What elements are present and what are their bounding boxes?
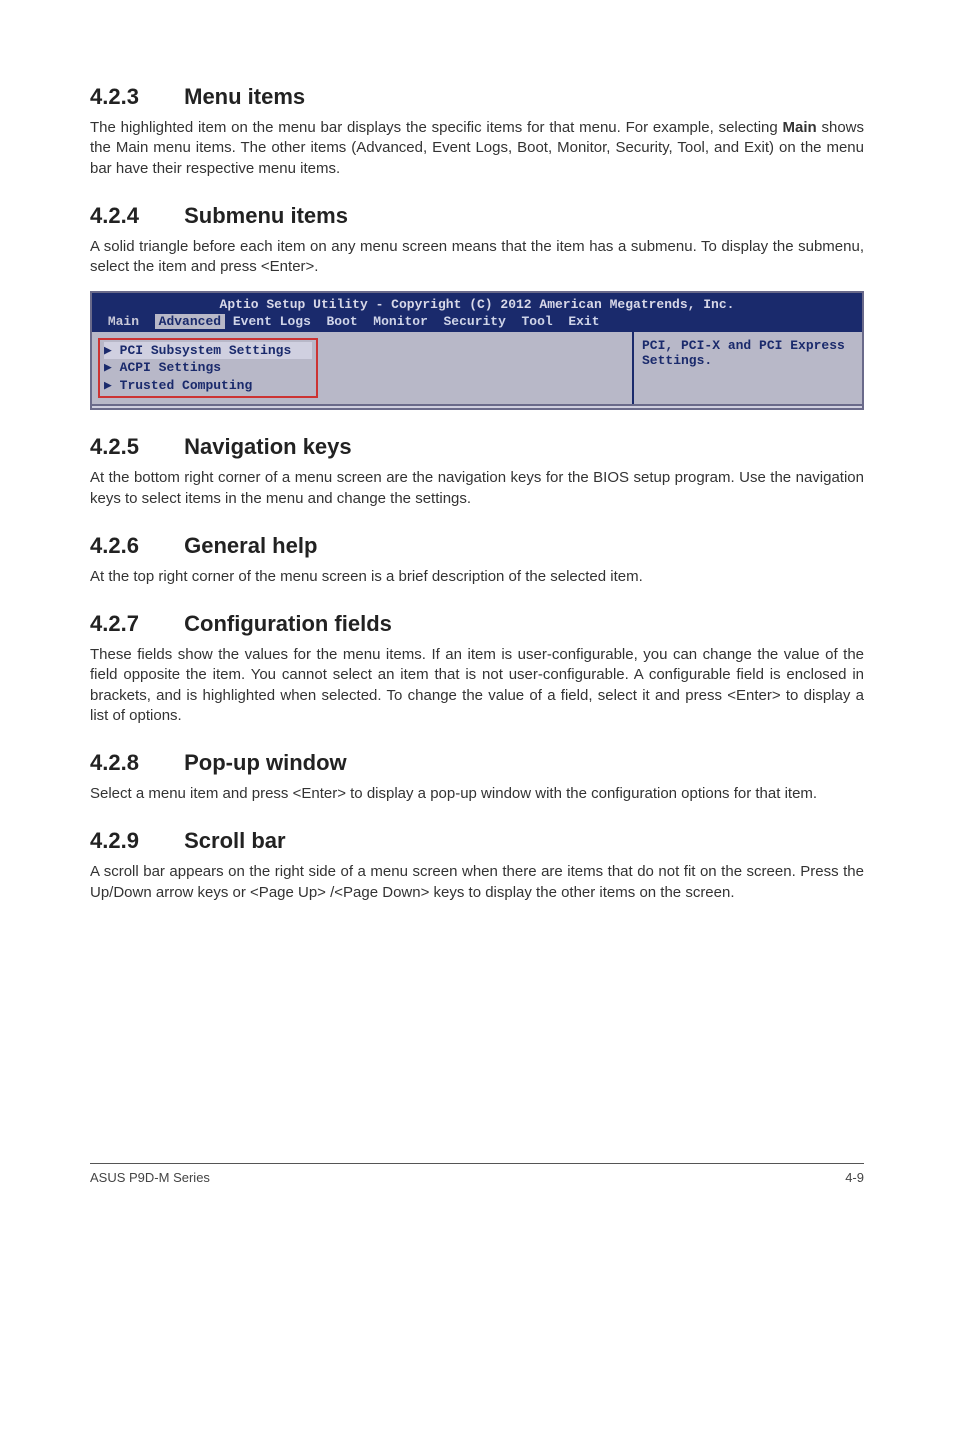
heading-title: Submenu items: [184, 203, 348, 228]
heading-num: 4.2.4: [90, 203, 178, 229]
bios-bottom-border: [92, 404, 862, 408]
heading-title: Menu items: [184, 84, 305, 109]
heading-title: General help: [184, 533, 317, 558]
heading-num: 4.2.5: [90, 434, 178, 460]
bios-help-text: PCI, PCI-X and PCI Express Settings.: [642, 338, 845, 368]
triangle-icon: ▶: [104, 360, 120, 375]
submenu-item-pci[interactable]: ▶ PCI Subsystem Settings: [104, 342, 312, 360]
bios-tab-rest[interactable]: Event Logs Boot Monitor Security Tool Ex…: [225, 314, 599, 329]
bios-screenshot: Aptio Setup Utility - Copyright (C) 2012…: [90, 291, 864, 410]
heading-title: Configuration fields: [184, 611, 392, 636]
heading-423: 4.2.3 Menu items: [90, 84, 864, 110]
heading-num: 4.2.7: [90, 611, 178, 637]
heading-429: 4.2.9 Scroll bar: [90, 828, 864, 854]
bios-left-pane: ▶ PCI Subsystem Settings ▶ ACPI Settings…: [92, 332, 632, 405]
heading-num: 4.2.6: [90, 533, 178, 559]
bios-tab-main[interactable]: Main: [108, 314, 139, 329]
submenu-highlight-box: ▶ PCI Subsystem Settings ▶ ACPI Settings…: [98, 338, 318, 399]
heading-427: 4.2.7 Configuration fields: [90, 611, 864, 637]
triangle-icon: ▶: [104, 343, 120, 358]
body-426: At the top right corner of the menu scre…: [90, 567, 864, 587]
page-footer: ASUS P9D-M Series 4-9: [90, 1163, 864, 1185]
heading-num: 4.2.3: [90, 84, 178, 110]
bios-body: ▶ PCI Subsystem Settings ▶ ACPI Settings…: [92, 332, 862, 405]
heading-title: Pop-up window: [184, 750, 347, 775]
heading-425: 4.2.5 Navigation keys: [90, 434, 864, 460]
bios-tab-advanced[interactable]: Advanced: [155, 314, 225, 329]
footer-left: ASUS P9D-M Series: [90, 1170, 210, 1185]
bios-help-pane: PCI, PCI-X and PCI Express Settings.: [632, 332, 862, 405]
triangle-icon: ▶: [104, 378, 120, 393]
body-429: A scroll bar appears on the right side o…: [90, 862, 864, 903]
body-423-a: The highlighted item on the menu bar dis…: [90, 119, 783, 136]
heading-title: Scroll bar: [184, 828, 285, 853]
body-423: The highlighted item on the menu bar dis…: [90, 118, 864, 179]
heading-num: 4.2.9: [90, 828, 178, 854]
submenu-item-trusted[interactable]: ▶ Trusted Computing: [104, 377, 312, 395]
submenu-item-acpi[interactable]: ▶ ACPI Settings: [104, 359, 312, 377]
body-424: A solid triangle before each item on any…: [90, 237, 864, 278]
body-428: Select a menu item and press <Enter> to …: [90, 784, 864, 804]
heading-num: 4.2.8: [90, 750, 178, 776]
body-427: These fields show the values for the men…: [90, 645, 864, 726]
heading-428: 4.2.8 Pop-up window: [90, 750, 864, 776]
heading-426: 4.2.6 General help: [90, 533, 864, 559]
submenu-label: PCI Subsystem Settings: [120, 343, 292, 358]
submenu-label: ACPI Settings: [120, 360, 221, 375]
body-425: At the bottom right corner of a menu scr…: [90, 468, 864, 509]
body-423-bold: Main: [783, 119, 817, 136]
bios-tab-bar: Main Advanced Event Logs Boot Monitor Se…: [100, 314, 854, 330]
submenu-label: Trusted Computing: [120, 378, 253, 393]
bios-title-line: Aptio Setup Utility - Copyright (C) 2012…: [100, 297, 854, 313]
bios-header: Aptio Setup Utility - Copyright (C) 2012…: [92, 293, 862, 332]
heading-title: Navigation keys: [184, 434, 352, 459]
heading-424: 4.2.4 Submenu items: [90, 203, 864, 229]
footer-right: 4-9: [845, 1170, 864, 1185]
